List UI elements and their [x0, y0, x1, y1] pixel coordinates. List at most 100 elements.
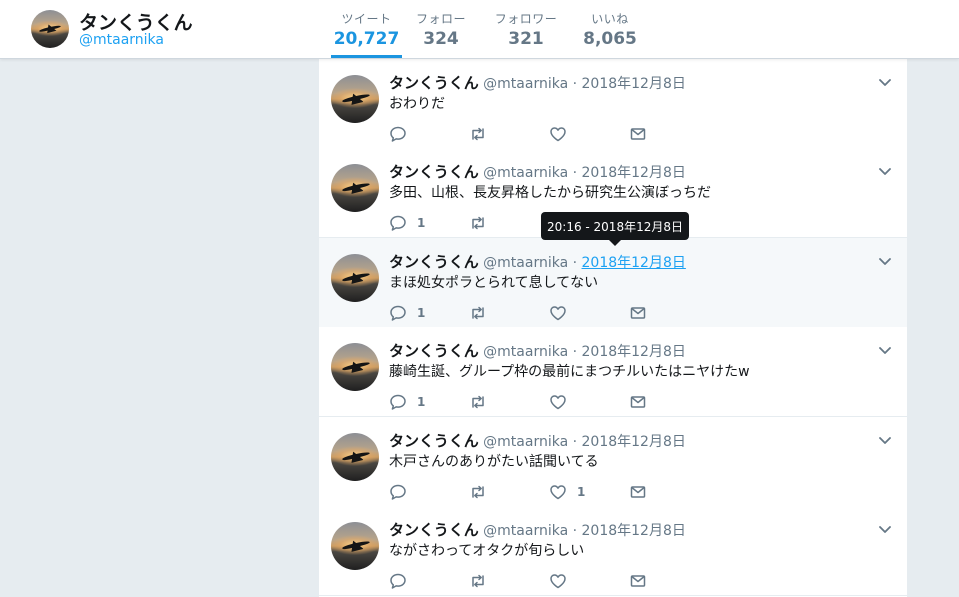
tweet-actions: [389, 571, 709, 591]
retweet-button[interactable]: [469, 571, 497, 591]
like-button[interactable]: [549, 303, 577, 323]
separator-dot: ·: [572, 165, 578, 181]
direct-message-button[interactable]: [629, 571, 647, 591]
retweet-button[interactable]: [469, 213, 497, 233]
tweet-text: おわりだ: [389, 96, 445, 112]
stat-followers[interactable]: フォロワー 321: [488, 0, 564, 58]
tweet-timeline: タンくうくん @mtaarnika · 2018年12月8日 おわりだ タンくう…: [318, 59, 908, 597]
chevron-down-icon[interactable]: [877, 342, 893, 358]
stat-value: 321: [508, 29, 544, 49]
chevron-down-icon[interactable]: [877, 521, 893, 537]
tweet-author-handle[interactable]: @mtaarnika: [483, 255, 568, 271]
tweet-timestamp[interactable]: 2018年12月8日: [582, 255, 686, 271]
envelope-icon: [630, 307, 646, 319]
reply-icon: [390, 215, 406, 231]
tweet-avatar[interactable]: [331, 75, 379, 123]
separator-dot: ·: [572, 344, 578, 360]
direct-message-button[interactable]: [629, 303, 647, 323]
reply-button[interactable]: 1: [389, 392, 425, 412]
reply-icon: [390, 305, 406, 321]
tweet[interactable]: タンくうくん @mtaarnika · 2018年12月8日 おわりだ: [319, 59, 907, 149]
tweet-author-handle[interactable]: @mtaarnika: [483, 344, 568, 360]
chevron-down-icon[interactable]: [877, 163, 893, 179]
tweet-header: タンくうくん @mtaarnika · 2018年12月8日: [389, 519, 686, 540]
tweet-timestamp[interactable]: 2018年12月8日: [582, 344, 686, 360]
tweet-author-handle[interactable]: @mtaarnika: [483, 165, 568, 181]
reply-count: 1: [417, 395, 426, 409]
tweet-timestamp[interactable]: 2018年12月8日: [582, 434, 686, 450]
heart-icon: [550, 574, 566, 589]
tweet-author-name[interactable]: タンくうくん: [389, 432, 479, 450]
profile-name[interactable]: タンくうくん: [79, 8, 193, 35]
retweet-button[interactable]: [469, 303, 497, 323]
tweet-header: タンくうくん @mtaarnika · 2018年12月8日: [389, 251, 686, 272]
profile-avatar[interactable]: [31, 10, 69, 48]
tweet-text: 木戸さんのありがたい話聞いてる: [389, 454, 599, 470]
tweet-author-name[interactable]: タンくうくん: [389, 253, 479, 271]
reply-button[interactable]: [389, 482, 417, 502]
separator-dot: ·: [572, 76, 578, 92]
envelope-icon: [630, 396, 646, 408]
tweet[interactable]: タンくうくん @mtaarnika · 2018年12月8日 まほ処女ポラとられ…: [319, 238, 907, 328]
reply-count: 1: [417, 306, 426, 320]
reply-icon: [390, 126, 406, 142]
tweet-avatar[interactable]: [331, 254, 379, 302]
stat-value: 8,065: [583, 29, 637, 49]
tweet-author-name[interactable]: タンくうくん: [389, 342, 479, 360]
retweet-icon: [472, 574, 484, 588]
stat-tweets[interactable]: ツイート 20,727: [331, 0, 402, 58]
tweet-header: タンくうくん @mtaarnika · 2018年12月8日: [389, 161, 686, 182]
tweet[interactable]: タンくうくん @mtaarnika · 2018年12月8日 木戸さんのありがた…: [319, 417, 907, 507]
retweet-icon: [472, 306, 484, 320]
tweet-avatar[interactable]: [331, 164, 379, 212]
profile-handle[interactable]: @mtaarnika: [79, 32, 164, 48]
retweet-button[interactable]: [469, 392, 497, 412]
direct-message-button[interactable]: [629, 482, 647, 502]
tweet-author-name[interactable]: タンくうくん: [389, 74, 479, 92]
separator-dot: ·: [572, 523, 578, 539]
like-button[interactable]: 1: [549, 482, 585, 502]
tooltip-arrow: [609, 240, 621, 246]
like-button[interactable]: [549, 392, 577, 412]
chevron-down-icon[interactable]: [877, 74, 893, 90]
heart-icon: [550, 306, 566, 321]
direct-message-button[interactable]: [629, 124, 647, 144]
like-count: 1: [577, 485, 586, 499]
like-button[interactable]: [549, 124, 577, 144]
stat-value: 20,727: [333, 29, 400, 49]
heart-icon: [550, 127, 566, 142]
envelope-icon: [630, 575, 646, 587]
direct-message-button[interactable]: [629, 392, 647, 412]
separator-dot: ·: [572, 434, 578, 450]
reply-icon: [390, 394, 406, 410]
stat-following[interactable]: フォロー 324: [408, 0, 474, 58]
tweet-author-handle[interactable]: @mtaarnika: [483, 76, 568, 92]
tweet-timestamp[interactable]: 2018年12月8日: [582, 165, 686, 181]
timestamp-tooltip: 20:16 - 2018年12月8日: [541, 212, 689, 240]
tweet-timestamp[interactable]: 2018年12月8日: [582, 76, 686, 92]
stat-likes[interactable]: いいね 8,065: [580, 0, 640, 58]
reply-button[interactable]: [389, 571, 417, 591]
tweet-author-handle[interactable]: @mtaarnika: [483, 523, 568, 539]
chevron-down-icon[interactable]: [877, 432, 893, 448]
reply-button[interactable]: [389, 124, 417, 144]
tweet-timestamp[interactable]: 2018年12月8日: [582, 523, 686, 539]
tweet-author-name[interactable]: タンくうくん: [389, 521, 479, 539]
retweet-button[interactable]: [469, 482, 497, 502]
tweet[interactable]: タンくうくん @mtaarnika · 2018年12月8日 藤崎生誕、グループ…: [319, 327, 907, 417]
reply-button[interactable]: 1: [389, 213, 425, 233]
chevron-down-icon[interactable]: [877, 253, 893, 269]
tweet-avatar[interactable]: [331, 522, 379, 570]
reply-button[interactable]: 1: [389, 303, 425, 323]
stat-label: フォロワー: [494, 12, 558, 26]
tweet-author-handle[interactable]: @mtaarnika: [483, 434, 568, 450]
tweet-avatar[interactable]: [331, 433, 379, 481]
tweet[interactable]: タンくうくん @mtaarnika · 2018年12月8日 ながさわってオタク…: [319, 506, 907, 596]
retweet-button[interactable]: [469, 124, 497, 144]
tweet-author-name[interactable]: タンくうくん: [389, 163, 479, 181]
like-button[interactable]: [549, 571, 577, 591]
tweet-avatar[interactable]: [331, 343, 379, 391]
heart-icon: [550, 395, 566, 410]
stat-label: フォロー: [415, 12, 466, 26]
tweet-text: 多田、山根、長友昇格したから研究生公演ぼっちだ: [389, 185, 711, 201]
